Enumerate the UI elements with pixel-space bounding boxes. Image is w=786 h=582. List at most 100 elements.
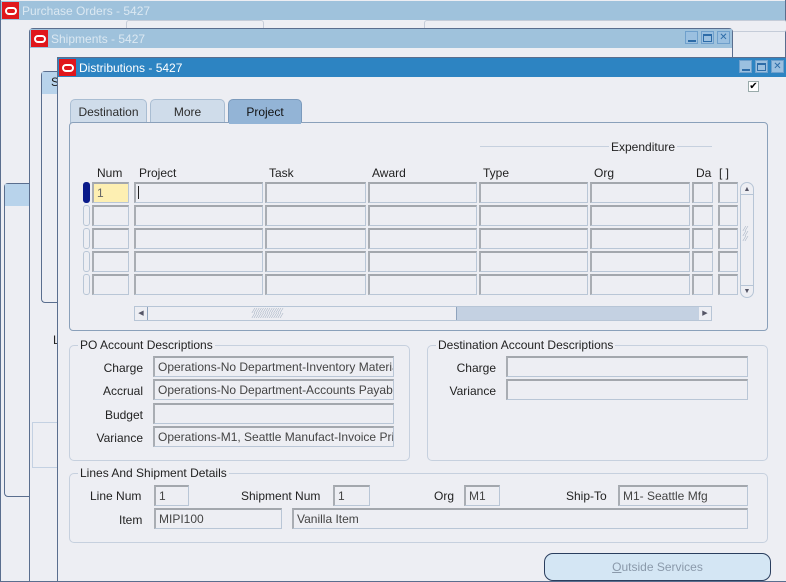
row-indicator[interactable] xyxy=(83,251,90,272)
scroll-down-icon: ▼ xyxy=(743,288,751,295)
row-indicator[interactable] xyxy=(83,274,90,295)
project-cell[interactable] xyxy=(134,274,263,295)
row-indicator[interactable] xyxy=(83,182,90,203)
expenditure-date-cell[interactable] xyxy=(692,182,713,203)
minimize-button[interactable] xyxy=(739,60,752,73)
maximize-button[interactable] xyxy=(755,60,768,73)
expenditure-type-cell[interactable] xyxy=(479,182,588,203)
task-cell[interactable] xyxy=(265,274,366,295)
num-cell[interactable] xyxy=(92,251,129,272)
dest-charge-label: Charge xyxy=(456,361,496,375)
scroll-left-button[interactable]: ◀ xyxy=(135,307,147,320)
expenditure-date-cell[interactable] xyxy=(692,228,713,249)
ship-to-field[interactable]: M1- Seattle Mfg xyxy=(618,485,748,506)
task-cell[interactable] xyxy=(265,182,366,203)
award-cell[interactable] xyxy=(368,251,477,272)
item-label: Item xyxy=(119,513,143,527)
line-num-field[interactable]: 1 xyxy=(154,485,189,506)
outside-services-button[interactable]: Outside Services xyxy=(544,553,771,581)
close-icon: ✕ xyxy=(719,31,728,43)
scroll-right-button[interactable]: ▶ xyxy=(699,307,711,320)
scroll-up-button[interactable]: ▲ xyxy=(741,184,753,195)
expenditure-type-cell[interactable] xyxy=(479,251,588,272)
shipments-titlebar[interactable]: Shipments - 5427 ✕ xyxy=(30,29,732,48)
award-cell[interactable] xyxy=(368,274,477,295)
column-header-expenditure-org: Org xyxy=(594,166,615,180)
dff-cell[interactable] xyxy=(718,251,738,272)
expenditure-org-cell[interactable] xyxy=(590,182,690,203)
column-header-expenditure-date: Da xyxy=(696,166,712,180)
item-description-field[interactable]: Vanilla Item xyxy=(292,508,748,529)
expenditure-date-cell[interactable] xyxy=(692,274,713,295)
column-header-expenditure-type: Type xyxy=(483,166,510,180)
shipments-title: Shipments - 5427 xyxy=(51,31,146,46)
num-cell[interactable] xyxy=(92,205,129,226)
scroll-grip-icon: ⁄⁄⁄⁄⁄⁄⁄⁄⁄⁄⁄⁄⁄⁄ ⁄⁄⁄⁄⁄⁄⁄⁄⁄⁄⁄⁄⁄⁄ xyxy=(253,308,284,320)
expenditure-org-cell[interactable] xyxy=(590,274,690,295)
distributions-titlebar[interactable]: Distributions - 5427 ✕ xyxy=(58,58,786,77)
project-cell[interactable] xyxy=(134,251,263,272)
tab-panel-join-line xyxy=(229,122,301,124)
close-icon: ✕ xyxy=(773,60,782,72)
scroll-grip-icon: ⁄⁄ ⁄⁄ ⁄⁄ xyxy=(744,226,749,243)
expenditure-date-cell[interactable] xyxy=(692,205,713,226)
po-account-descriptions-title: PO Account Descriptions xyxy=(78,338,215,352)
po-accrual-field[interactable]: Operations-No Department-Accounts Payabl… xyxy=(153,379,394,400)
po-accrual-label: Accrual xyxy=(102,384,143,398)
maximize-icon xyxy=(703,33,712,42)
po-charge-field[interactable]: Operations-No Department-Inventory Mater… xyxy=(153,356,394,377)
expenditure-org-cell[interactable] xyxy=(590,228,690,249)
purchase-orders-titlebar[interactable]: Purchase Orders - 5427 xyxy=(1,1,785,20)
expenditure-type-cell[interactable] xyxy=(479,228,588,249)
row-indicator[interactable] xyxy=(83,205,90,226)
award-cell[interactable] xyxy=(368,205,477,226)
close-button[interactable]: ✕ xyxy=(771,60,784,73)
maximize-icon xyxy=(757,62,766,71)
close-button[interactable]: ✕ xyxy=(717,31,730,44)
expenditure-org-cell[interactable] xyxy=(590,251,690,272)
project-cell[interactable] xyxy=(134,228,263,249)
expenditure-type-cell[interactable] xyxy=(479,205,588,226)
project-cell[interactable] xyxy=(134,182,263,203)
expenditure-org-cell[interactable] xyxy=(590,205,690,226)
task-cell[interactable] xyxy=(265,228,366,249)
project-cell[interactable] xyxy=(134,205,263,226)
expenditure-date-cell[interactable] xyxy=(692,251,713,272)
folder-checkbox[interactable]: ✔ xyxy=(748,81,759,92)
shipment-num-field[interactable]: 1 xyxy=(333,485,370,506)
column-header-task: Task xyxy=(269,166,294,180)
minimize-icon xyxy=(741,68,750,71)
dff-cell[interactable] xyxy=(718,228,738,249)
grid-horizontal-scrollbar[interactable]: ◀ ⁄⁄⁄⁄⁄⁄⁄⁄⁄⁄⁄⁄⁄⁄ ⁄⁄⁄⁄⁄⁄⁄⁄⁄⁄⁄⁄⁄⁄ ▶ xyxy=(134,306,712,321)
horizontal-scroll-thumb[interactable]: ⁄⁄⁄⁄⁄⁄⁄⁄⁄⁄⁄⁄⁄⁄ ⁄⁄⁄⁄⁄⁄⁄⁄⁄⁄⁄⁄⁄⁄ xyxy=(147,307,457,320)
num-cell[interactable]: 1 xyxy=(92,182,129,203)
dest-charge-field[interactable] xyxy=(506,356,748,377)
row-indicator[interactable] xyxy=(83,228,90,249)
scroll-left-icon: ◀ xyxy=(138,310,144,317)
dff-cell[interactable] xyxy=(718,205,738,226)
dff-cell[interactable] xyxy=(718,182,738,203)
num-cell[interactable] xyxy=(92,274,129,295)
award-cell[interactable] xyxy=(368,182,477,203)
column-header-project: Project xyxy=(139,166,177,180)
num-cell[interactable] xyxy=(92,228,129,249)
grid-vertical-scrollbar[interactable]: ▲ ⁄⁄ ⁄⁄ ⁄⁄ ▼ xyxy=(740,182,754,298)
task-cell[interactable] xyxy=(265,205,366,226)
task-cell[interactable] xyxy=(265,251,366,272)
tab-more[interactable]: More xyxy=(150,99,225,123)
maximize-button[interactable] xyxy=(701,31,714,44)
org-field[interactable]: M1 xyxy=(464,485,500,506)
po-variance-field[interactable]: Operations-M1, Seattle Manufact-Invoice … xyxy=(153,426,394,447)
dest-variance-label: Variance xyxy=(449,384,496,398)
expenditure-type-cell[interactable] xyxy=(479,274,588,295)
minimize-button[interactable] xyxy=(685,31,698,44)
scroll-down-button[interactable]: ▼ xyxy=(741,285,753,296)
award-cell[interactable] xyxy=(368,228,477,249)
item-field[interactable]: MIPI100 xyxy=(154,508,282,529)
tab-project[interactable]: Project xyxy=(228,99,302,123)
tab-destination[interactable]: Destination xyxy=(70,99,147,123)
dest-variance-field[interactable] xyxy=(506,379,748,400)
dff-cell[interactable] xyxy=(718,274,738,295)
purchase-orders-title: Purchase Orders - 5427 xyxy=(22,3,151,18)
po-budget-field[interactable] xyxy=(153,403,394,424)
